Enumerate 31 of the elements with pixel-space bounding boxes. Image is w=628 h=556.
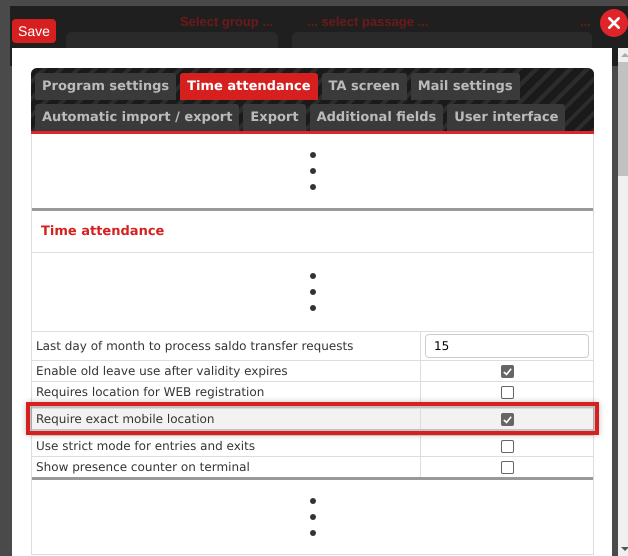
scrollbar[interactable] xyxy=(618,48,628,556)
setting-label: Use strict mode for entries and exits xyxy=(32,436,421,456)
tab[interactable]: Program settings xyxy=(35,73,176,100)
tab[interactable]: Automatic import / export xyxy=(35,104,240,131)
scroll-down-icon[interactable] xyxy=(620,547,628,551)
tab[interactable]: Additional fields xyxy=(310,104,444,131)
tab[interactable]: Mail settings xyxy=(410,73,520,100)
setting-label: Enable old leave use after validity expires xyxy=(32,361,421,381)
tab[interactable]: Export xyxy=(243,104,306,131)
setting-label: Requires location for WEB registration xyxy=(32,382,421,402)
selector-label: ... xyxy=(580,14,591,29)
checkbox[interactable] xyxy=(500,386,514,398)
tab[interactable]: User interface xyxy=(447,104,566,131)
checkbox[interactable] xyxy=(500,364,514,378)
checkbox[interactable] xyxy=(500,460,514,474)
setting-label: Last day of month to process saldo transfer requests xyxy=(32,332,421,360)
tab[interactable]: Time attendance xyxy=(180,73,318,100)
passage-label: ... select passage ... xyxy=(307,14,428,29)
setting-label: Require exact mobile location xyxy=(32,409,421,429)
ellipsis-icon xyxy=(310,272,316,312)
close-icon xyxy=(607,16,621,30)
checkbox[interactable] xyxy=(500,440,514,452)
number-field[interactable]: 15 xyxy=(425,334,589,358)
ellipsis-icon xyxy=(310,151,316,191)
save-button[interactable]: Save xyxy=(12,19,56,43)
checkbox[interactable] xyxy=(500,412,514,426)
section-title: Time attendance xyxy=(32,211,593,253)
group-label: Select group ... xyxy=(180,14,274,29)
scroll-thumb[interactable] xyxy=(618,62,628,176)
ellipsis-icon xyxy=(310,497,316,537)
tab[interactable]: TA screen xyxy=(322,73,407,100)
